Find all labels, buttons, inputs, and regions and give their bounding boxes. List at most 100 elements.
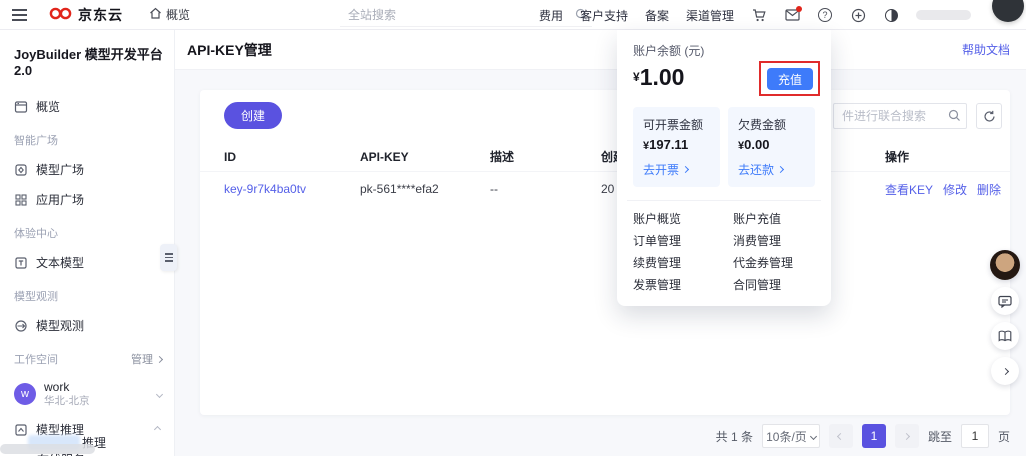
menu-consumption-management[interactable]: 消费管理 xyxy=(733,235,815,248)
sidebar-item-model-plaza[interactable]: 模型广场 xyxy=(14,161,174,178)
balance-label: 账户余额 (元) xyxy=(633,44,705,58)
sidebar-title: JoyBuilder 模型开发平台2.0 xyxy=(14,47,163,78)
sidebar-item-overview[interactable]: 概览 xyxy=(14,98,174,115)
page-header: API-KEY管理 帮助文档 xyxy=(175,30,1026,70)
table-header-row: ID API-KEY 描述 创建时间 操作 xyxy=(200,142,1010,172)
chevron-right-icon xyxy=(776,165,785,174)
col-header-operations: 操作 xyxy=(885,150,910,164)
menu-order-management[interactable]: 订单管理 xyxy=(633,235,733,248)
chevron-down-icon xyxy=(809,432,817,440)
menu-account-recharge[interactable]: 账户充值 xyxy=(733,213,815,226)
nav-item-billing[interactable]: 费用 xyxy=(539,7,563,24)
chevron-right-icon xyxy=(681,165,690,174)
chevron-down-icon xyxy=(155,390,164,398)
jd-cloud-logo[interactable]: 京东云 xyxy=(49,5,123,25)
topbar-nav: 费用 客户支持 备案 渠道管理 ? xyxy=(539,0,1014,30)
sidebar-section-smart-plaza: 智能广场 xyxy=(14,132,174,148)
sidebar-item-text-model[interactable]: 文本模型 xyxy=(14,254,174,271)
nav-item-support[interactable]: 客户支持 xyxy=(580,7,628,24)
app-plaza-icon xyxy=(14,193,28,207)
chevron-right-icon xyxy=(155,355,164,363)
floating-toolbar xyxy=(990,250,1020,385)
page-size-select[interactable]: 10条/页 xyxy=(761,424,820,448)
billing-popup: 账户余额 (元) ¥1.00 充值 可开票金额 ¥197.11 去开票 欠费金额… xyxy=(617,30,831,306)
col-header-id: ID xyxy=(224,149,236,164)
go-invoice-link[interactable]: 去开票 xyxy=(643,161,710,178)
delete-link[interactable]: 删除 xyxy=(977,181,1001,198)
nav-item-filing[interactable]: 备案 xyxy=(645,7,669,24)
menu-renewal-management[interactable]: 续费管理 xyxy=(633,257,733,270)
recharge-button[interactable]: 充值 xyxy=(767,68,813,90)
pagination: 共 1 条 10条/页 1 跳至 页 xyxy=(716,424,1010,448)
contrast-theme-icon[interactable] xyxy=(883,7,899,23)
api-key-value: pk-561****efa2 xyxy=(360,182,439,196)
menu-voucher-management[interactable]: 代金券管理 xyxy=(733,257,815,270)
screen: 京东云 概览 费用 客户支持 备案 渠道管理 ? xyxy=(0,0,1026,456)
sidebar: JoyBuilder 模型开发平台2.0 概览 智能广场 模型广场 应用广场 体… xyxy=(0,30,175,456)
username-redacted xyxy=(916,10,971,20)
modify-link[interactable]: 修改 xyxy=(943,181,967,198)
go-repay-link[interactable]: 去还款 xyxy=(738,161,805,178)
chevron-left-icon xyxy=(837,432,845,440)
model-plaza-icon xyxy=(14,163,28,177)
chevron-up-icon xyxy=(153,426,162,434)
section-label: 工作空间 xyxy=(14,354,58,366)
balance-value: 1.00 xyxy=(639,64,685,90)
workspace-region: 华北-北京 xyxy=(44,395,90,407)
expand-button[interactable] xyxy=(991,357,1019,385)
redacted-blur xyxy=(0,444,95,454)
sidebar-section-experience-center: 体验中心 xyxy=(14,225,174,241)
section-label: 智能广场 xyxy=(14,135,58,147)
docs-button[interactable] xyxy=(991,322,1019,350)
circled-plus-icon[interactable] xyxy=(850,7,866,23)
topbar: 京东云 概览 费用 客户支持 备案 渠道管理 ? xyxy=(0,0,1026,30)
jump-page-input[interactable] xyxy=(960,424,989,448)
workspace-manage-link[interactable]: 管理 xyxy=(131,351,164,367)
page-unit-label: 页 xyxy=(997,429,1010,444)
api-key-id-link[interactable]: key-9r7k4ba0tv xyxy=(224,182,360,196)
table-search-input[interactable] xyxy=(833,103,967,129)
mail-unread-badge xyxy=(796,6,802,12)
workspace-selector[interactable]: w work 华北-北京 xyxy=(14,380,174,408)
create-button[interactable]: 创建 xyxy=(224,102,282,129)
model-observe-icon xyxy=(14,319,28,333)
nav-item-channel[interactable]: 渠道管理 xyxy=(686,7,734,24)
view-key-link[interactable]: 查看KEY xyxy=(885,181,933,198)
stat-value: 0.00 xyxy=(744,137,770,152)
prev-page-button[interactable] xyxy=(828,424,853,448)
help-docs-link[interactable]: 帮助文档 xyxy=(962,41,1010,58)
menu-contract-management[interactable]: 合同管理 xyxy=(733,279,815,292)
next-page-button[interactable] xyxy=(894,424,919,448)
mail-icon[interactable] xyxy=(784,6,802,23)
current-page-button[interactable]: 1 xyxy=(861,424,886,448)
help-icon[interactable]: ? xyxy=(817,7,833,23)
section-label: 体验中心 xyxy=(14,228,58,240)
section-label: 模型观测 xyxy=(14,291,58,303)
workspace-avatar: w xyxy=(14,383,36,406)
assistant-avatar[interactable] xyxy=(990,250,1020,280)
sidebar-collapse-handle[interactable] xyxy=(160,244,177,271)
sidebar-item-label: 模型观测 xyxy=(36,319,85,333)
sidebar-item-label: 模型广场 xyxy=(36,163,85,177)
refresh-button[interactable] xyxy=(976,103,1002,129)
col-header-api-key: API-KEY xyxy=(360,149,409,164)
refresh-icon xyxy=(983,110,995,122)
stat-label: 欠费金额 xyxy=(738,118,787,132)
sidebar-item-label: 概览 xyxy=(36,100,61,114)
hamburger-menu-icon[interactable] xyxy=(12,8,27,21)
chat-button[interactable] xyxy=(991,287,1019,315)
chevron-right-icon xyxy=(1001,367,1009,375)
home-icon xyxy=(149,7,162,23)
cart-icon[interactable] xyxy=(751,7,767,23)
overview-link[interactable]: 概览 xyxy=(149,6,190,23)
search-icon[interactable] xyxy=(948,109,961,125)
book-icon xyxy=(998,330,1012,342)
overview-icon xyxy=(14,100,28,114)
balance-row: ¥1.00 充值 xyxy=(633,61,820,96)
menu-invoice-management[interactable]: 发票管理 xyxy=(633,279,733,292)
infinity-logo-icon xyxy=(49,7,73,23)
sidebar-item-app-plaza[interactable]: 应用广场 xyxy=(14,191,174,208)
text-model-icon xyxy=(14,256,28,270)
menu-account-overview[interactable]: 账户概览 xyxy=(633,213,733,226)
sidebar-item-model-observe[interactable]: 模型观测 xyxy=(14,317,174,334)
